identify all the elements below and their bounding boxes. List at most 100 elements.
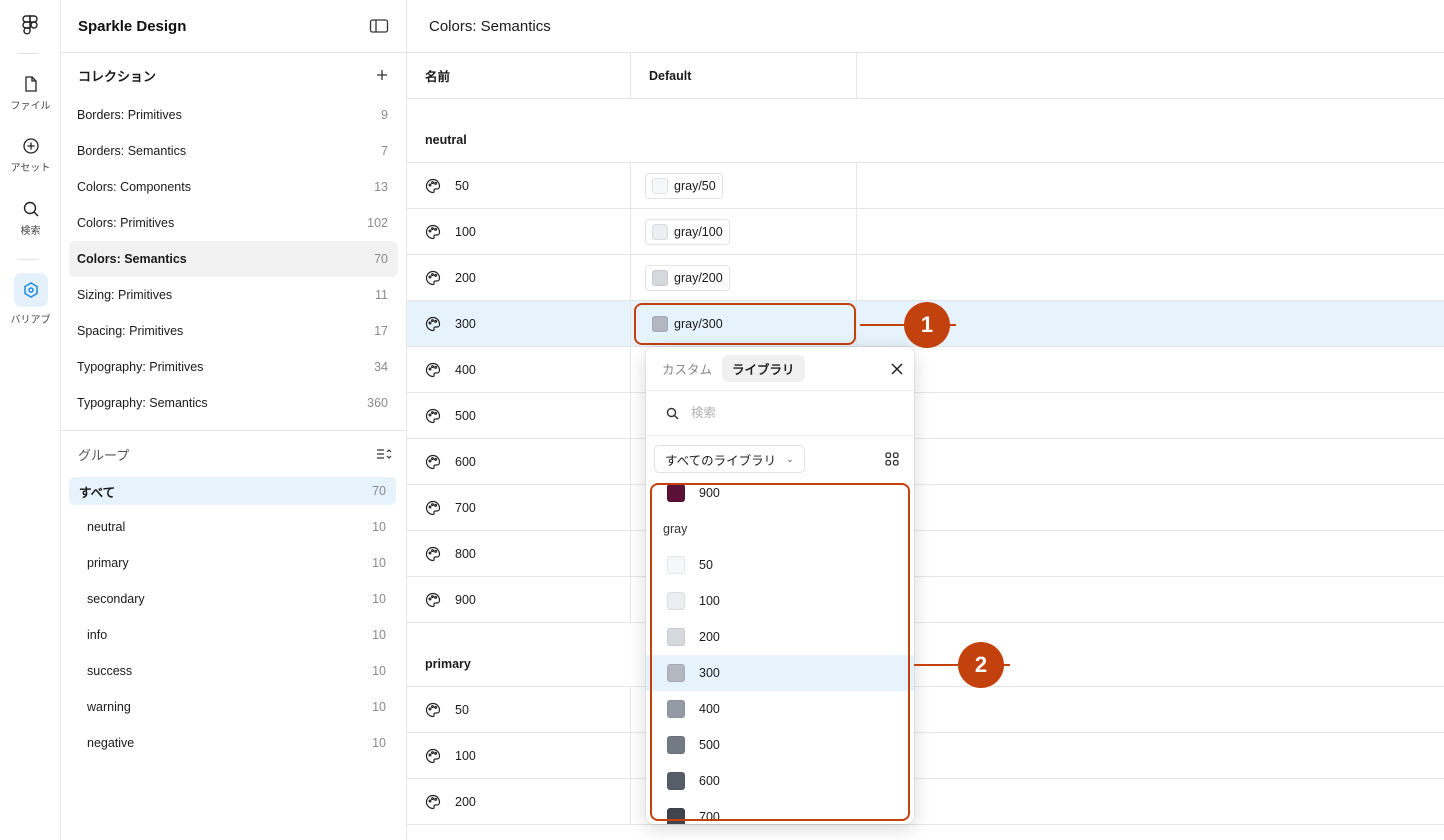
tab-custom[interactable]: カスタム bbox=[662, 359, 712, 378]
palette-icon bbox=[425, 500, 441, 515]
variable-name-cell: 900 bbox=[407, 577, 631, 622]
collection-item[interactable]: Typography: Semantics 360 bbox=[69, 385, 398, 421]
variable-name: 100 bbox=[455, 748, 476, 763]
palette-icon bbox=[425, 408, 441, 423]
collection-item[interactable]: Colors: Components 13 bbox=[69, 169, 398, 205]
library-variable-name: 600 bbox=[699, 774, 720, 788]
search-icon bbox=[666, 407, 679, 419]
variable-row[interactable]: 50 bbox=[407, 687, 1444, 733]
figma-logo-icon[interactable] bbox=[19, 14, 41, 38]
variable-value-cell[interactable]: gray/200 bbox=[631, 255, 857, 300]
library-variable-name: 500 bbox=[699, 738, 720, 752]
grid-view-icon[interactable] bbox=[884, 451, 900, 467]
rail-item-file[interactable]: ファイル bbox=[0, 75, 61, 112]
collection-item[interactable]: Typography: Primitives 34 bbox=[69, 349, 398, 385]
rail-item-assets[interactable]: アセット bbox=[0, 137, 61, 174]
color-swatch bbox=[652, 315, 668, 332]
primary-variable-rows: 50 100 200 bbox=[407, 687, 1444, 825]
variable-row[interactable]: 100 bbox=[407, 733, 1444, 779]
variable-row[interactable]: 100 gray/100 bbox=[407, 209, 1444, 255]
library-variable-item[interactable]: 100 bbox=[646, 583, 914, 619]
picker-search-input[interactable] bbox=[691, 406, 871, 420]
library-variable-item[interactable]: 700 bbox=[646, 799, 914, 824]
close-icon[interactable] bbox=[890, 362, 904, 376]
collection-item[interactable]: Borders: Semantics 7 bbox=[69, 133, 398, 169]
group-item[interactable]: success 10 bbox=[69, 653, 396, 689]
collection-count: 7 bbox=[381, 144, 388, 158]
palette-icon bbox=[425, 592, 441, 607]
group-name: primary bbox=[87, 556, 129, 570]
library-variable-item[interactable]: 50 bbox=[646, 547, 914, 583]
rail-item-variables[interactable]: バリアブ bbox=[0, 273, 61, 326]
library-variable-item[interactable]: 900 bbox=[646, 483, 914, 511]
variable-value-cell[interactable]: gray/100 bbox=[631, 209, 857, 254]
palette-icon bbox=[425, 702, 441, 717]
palette-icon bbox=[425, 794, 441, 809]
group-item[interactable]: negative 10 bbox=[69, 725, 396, 761]
column-header-default[interactable]: Default bbox=[631, 53, 857, 98]
variable-row[interactable]: 800 bbox=[407, 531, 1444, 577]
variable-row[interactable]: 500 bbox=[407, 393, 1444, 439]
rail-item-label: バリアブ bbox=[10, 315, 51, 326]
library-variable-item-selected[interactable]: 300 bbox=[646, 655, 914, 691]
variable-name-cell: 50 bbox=[407, 687, 631, 732]
collapse-groups-icon[interactable] bbox=[376, 447, 392, 461]
library-variable-name: 300 bbox=[699, 666, 720, 680]
group-item[interactable]: primary 10 bbox=[69, 545, 396, 581]
variable-row[interactable]: 400 bbox=[407, 347, 1444, 393]
library-variable-item[interactable]: 200 bbox=[646, 619, 914, 655]
rail-item-search[interactable]: 検索 bbox=[0, 200, 61, 237]
callout-2-badge: 2 bbox=[958, 642, 1004, 688]
variable-row[interactable]: 700 bbox=[407, 485, 1444, 531]
variable-row[interactable]: 50 gray/50 bbox=[407, 163, 1444, 209]
variable-name: 200 bbox=[455, 270, 476, 285]
alias-chip[interactable]: gray/300 bbox=[645, 311, 730, 337]
alias-chip[interactable]: gray/100 bbox=[645, 218, 730, 245]
file-icon bbox=[24, 76, 37, 92]
group-item[interactable]: secondary 10 bbox=[69, 581, 396, 617]
group-name: すべて bbox=[79, 485, 116, 500]
palette-icon bbox=[425, 224, 441, 239]
add-collection-icon[interactable] bbox=[376, 69, 388, 81]
collection-item[interactable]: Colors: Primitives 102 bbox=[69, 205, 398, 241]
library-variable-item[interactable]: 600 bbox=[646, 763, 914, 799]
sidebar-toggle-icon[interactable] bbox=[369, 18, 389, 34]
variable-value-cell[interactable]: gray/300 bbox=[631, 301, 857, 346]
group-count: 70 bbox=[372, 484, 386, 498]
group-item-all[interactable]: すべて 70 bbox=[69, 477, 396, 505]
collection-item[interactable]: Sizing: Primitives 11 bbox=[69, 277, 398, 313]
variable-row[interactable]: 200 bbox=[407, 779, 1444, 825]
variable-name-cell: 50 bbox=[407, 163, 631, 208]
variable-name-cell: 400 bbox=[407, 347, 631, 392]
variable-row[interactable]: 600 bbox=[407, 439, 1444, 485]
tab-library[interactable]: ライブラリ bbox=[722, 355, 805, 382]
color-swatch bbox=[667, 592, 685, 610]
color-swatch bbox=[652, 269, 668, 286]
group-item[interactable]: warning 10 bbox=[69, 689, 396, 725]
color-swatch bbox=[652, 177, 668, 194]
library-variable-name: 200 bbox=[699, 630, 720, 644]
collection-name: Typography: Primitives bbox=[77, 360, 204, 374]
collection-item[interactable]: Borders: Primitives 9 bbox=[69, 97, 398, 133]
group-name: neutral bbox=[87, 520, 126, 534]
group-item[interactable]: neutral 10 bbox=[69, 509, 396, 545]
alias-chip[interactable]: gray/50 bbox=[645, 172, 723, 199]
rail-item-label: ファイル bbox=[10, 101, 51, 112]
group-list: すべて 70 neutral 10 primary 10 secondary 10 in… bbox=[61, 477, 406, 761]
library-variable-name: 50 bbox=[699, 558, 713, 572]
alias-chip[interactable]: gray/200 bbox=[645, 264, 730, 291]
library-variable-item[interactable]: 500 bbox=[646, 727, 914, 763]
library-filter-dropdown[interactable]: すべてのライブラリ ⌄ bbox=[654, 445, 805, 473]
library-variable-item[interactable]: 400 bbox=[646, 691, 914, 727]
variable-picker-popover: カスタム ライブラリ すべてのライブラリ ⌄ 900 gray 50 100 200… bbox=[646, 347, 914, 824]
variable-row[interactable]: 900 bbox=[407, 577, 1444, 623]
collection-item[interactable]: Spacing: Primitives 17 bbox=[69, 313, 398, 349]
variable-name-cell: 500 bbox=[407, 393, 631, 438]
group-item[interactable]: info 10 bbox=[69, 617, 396, 653]
group-count: 10 bbox=[372, 664, 386, 678]
variable-row[interactable]: 200 gray/200 bbox=[407, 255, 1444, 301]
variable-value-cell[interactable]: gray/50 bbox=[631, 163, 857, 208]
group-count: 10 bbox=[372, 700, 386, 714]
collection-item-selected[interactable]: Colors: Semantics 70 bbox=[69, 241, 398, 277]
variable-name-cell: 700 bbox=[407, 485, 631, 530]
